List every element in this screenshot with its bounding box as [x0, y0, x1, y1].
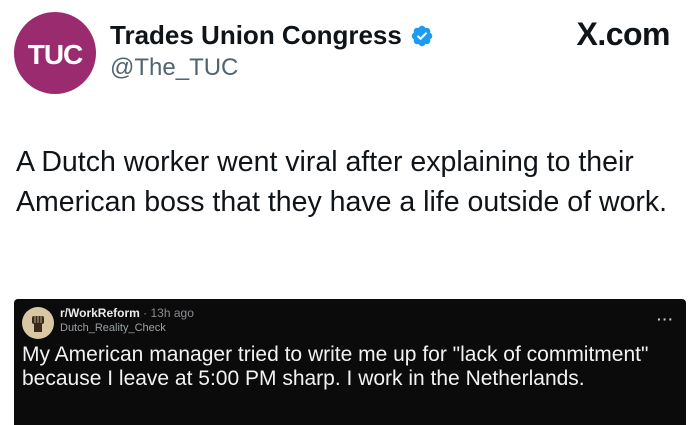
author-handle[interactable]: @The_TUC	[110, 54, 238, 82]
raised-fist-icon	[25, 310, 51, 336]
x-brand-logo: X.com	[576, 16, 670, 52]
subreddit-name[interactable]: r/WorkReform	[60, 306, 140, 320]
subreddit-meta: r/WorkReform · 13h ago	[60, 306, 194, 320]
verified-badge-icon	[411, 25, 433, 46]
author-display-name[interactable]: Trades Union Congress	[110, 20, 402, 51]
avatar-logo-text: TUC	[27, 39, 84, 70]
tweet-author-avatar[interactable]: TUC	[14, 12, 96, 94]
author-name-row: Trades Union Congress	[110, 20, 434, 51]
more-dots-icon[interactable]: ···	[657, 311, 674, 327]
meta-separator: ·	[143, 306, 148, 320]
reddit-post-card[interactable]: r/WorkReform · 13h ago Dutch_Reality_Che…	[14, 299, 686, 425]
subreddit-avatar	[22, 307, 54, 339]
reddit-post-title[interactable]: My American manager tried to write me up…	[22, 343, 672, 391]
post-username[interactable]: Dutch_Reality_Check	[60, 322, 166, 334]
post-time: 13h ago	[150, 306, 194, 320]
tweet-text: A Dutch worker went viral after explaini…	[16, 146, 668, 218]
